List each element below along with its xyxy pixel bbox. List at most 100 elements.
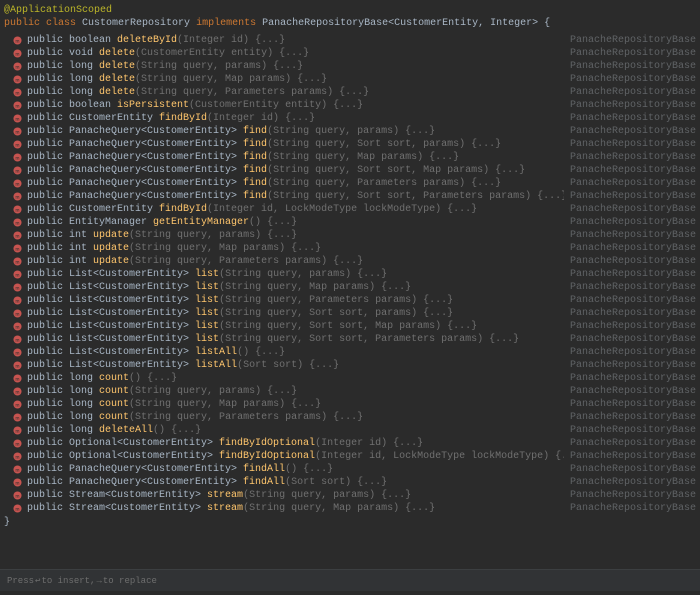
gutter-method-icon: m — [13, 348, 27, 357]
return-type: long — [69, 399, 99, 410]
method-row[interactable]: mpublic List<CustomerEntity> listAll(Sor… — [4, 359, 696, 372]
visibility: public — [27, 178, 69, 189]
return-type: CustomerEntity — [69, 204, 159, 215]
method-source: PanacheRepositoryBase — [564, 346, 696, 359]
method-row[interactable]: mpublic List<CustomerEntity> list(String… — [4, 294, 696, 307]
method-row[interactable]: mpublic PanacheQuery<CustomerEntity> fin… — [4, 177, 696, 190]
method-row[interactable]: mpublic boolean isPersistent(CustomerEnt… — [4, 99, 696, 112]
return-type: List<CustomerEntity> — [69, 334, 195, 345]
method-row[interactable]: mpublic List<CustomerEntity> list(String… — [4, 320, 696, 333]
method-row[interactable]: mpublic int update(String query, params)… — [4, 229, 696, 242]
visibility: public — [27, 113, 69, 124]
method-body-fold: {...} — [291, 74, 327, 85]
method-row[interactable]: mpublic CustomerEntity findById(Integer … — [4, 112, 696, 125]
gutter-method-icon: m — [13, 400, 27, 409]
method-row[interactable]: mpublic long count() {...}PanacheReposit… — [4, 372, 696, 385]
method-params: (String query, Sort sort, params) — [219, 308, 417, 319]
method-row[interactable]: mpublic PanacheQuery<CustomerEntity> fin… — [4, 125, 696, 138]
method-source: PanacheRepositoryBase — [564, 385, 696, 398]
method-row[interactable]: mpublic int update(String query, Paramet… — [4, 255, 696, 268]
method-row[interactable]: mpublic int update(String query, Map par… — [4, 242, 696, 255]
method-body-fold: {...} — [327, 100, 363, 111]
class-name: CustomerRepository — [82, 18, 190, 29]
method-params: () — [153, 425, 165, 436]
method-row[interactable]: mpublic PanacheQuery<CustomerEntity> fin… — [4, 164, 696, 177]
method-name: stream — [207, 490, 243, 501]
visibility: public — [27, 399, 69, 410]
gutter-method-icon: m — [13, 101, 27, 110]
method-body-fold: {...} — [327, 256, 363, 267]
code-editor[interactable]: @ApplicationScoped public class Customer… — [0, 0, 700, 569]
method-body-fold: {...} — [465, 139, 501, 150]
method-row[interactable]: mpublic List<CustomerEntity> listAll() {… — [4, 346, 696, 359]
gutter-method-icon: m — [13, 361, 27, 370]
method-name: list — [195, 282, 219, 293]
method-row[interactable]: mpublic EntityManager getEntityManager()… — [4, 216, 696, 229]
gutter-method-icon: m — [13, 335, 27, 344]
method-signature: public long count(String query, Map para… — [27, 398, 564, 411]
interface-name: PanacheRepositoryBase<CustomerEntity, In… — [262, 18, 538, 29]
method-row[interactable]: mpublic List<CustomerEntity> list(String… — [4, 307, 696, 320]
method-signature: public List<CustomerEntity> list(String … — [27, 281, 564, 294]
method-source: PanacheRepositoryBase — [564, 138, 696, 151]
method-row[interactable]: mpublic Stream<CustomerEntity> stream(St… — [4, 489, 696, 502]
method-row[interactable]: mpublic PanacheQuery<CustomerEntity> fin… — [4, 151, 696, 164]
method-row[interactable]: mpublic boolean deleteById(Integer id) {… — [4, 34, 696, 47]
visibility: public — [27, 139, 69, 150]
method-row[interactable]: mpublic Optional<CustomerEntity> findByI… — [4, 437, 696, 450]
method-row[interactable]: mpublic List<CustomerEntity> list(String… — [4, 333, 696, 346]
method-row[interactable]: mpublic long delete(String query, Parame… — [4, 86, 696, 99]
method-body-fold: {...} — [165, 425, 201, 436]
method-row[interactable]: mpublic CustomerEntity findById(Integer … — [4, 203, 696, 216]
return-type: Stream<CustomerEntity> — [69, 490, 207, 501]
method-row[interactable]: mpublic PanacheQuery<CustomerEntity> fin… — [4, 463, 696, 476]
method-row[interactable]: mpublic PanacheQuery<CustomerEntity> fin… — [4, 138, 696, 151]
method-signature: public Stream<CustomerEntity> stream(Str… — [27, 502, 564, 515]
method-row[interactable]: mpublic Optional<CustomerEntity> findByI… — [4, 450, 696, 463]
method-source: PanacheRepositoryBase — [564, 229, 696, 242]
method-row[interactable]: mpublic long delete(String query, params… — [4, 60, 696, 73]
visibility: public — [27, 386, 69, 397]
method-row[interactable]: mpublic long count(String query, Map par… — [4, 398, 696, 411]
method-signature: public Optional<CustomerEntity> findById… — [27, 450, 564, 463]
method-name: findByIdOptional — [219, 451, 315, 462]
method-signature: public long count(String query, params) … — [27, 385, 564, 398]
method-body-fold: {...} — [261, 386, 297, 397]
method-name: list — [195, 308, 219, 319]
method-params: () — [237, 347, 249, 358]
method-row[interactable]: mpublic long deleteAll() {...}PanacheRep… — [4, 424, 696, 437]
gutter-method-icon: m — [13, 127, 27, 136]
method-source: PanacheRepositoryBase — [564, 73, 696, 86]
method-row[interactable]: mpublic List<CustomerEntity> list(String… — [4, 268, 696, 281]
visibility: public — [27, 347, 69, 358]
method-source: PanacheRepositoryBase — [564, 86, 696, 99]
visibility: public — [27, 321, 69, 332]
method-row[interactable]: mpublic Stream<CustomerEntity> stream(St… — [4, 502, 696, 515]
method-params: () — [129, 373, 141, 384]
method-row[interactable]: mpublic List<CustomerEntity> list(String… — [4, 281, 696, 294]
method-row[interactable]: mpublic long delete(String query, Map pa… — [4, 73, 696, 86]
method-row[interactable]: mpublic long count(String query, params)… — [4, 385, 696, 398]
method-signature: public long delete(String query, Paramet… — [27, 86, 564, 99]
class-declaration: public class CustomerRepository implemen… — [4, 17, 696, 30]
method-signature: public List<CustomerEntity> listAll(Sort… — [27, 359, 564, 372]
visibility: public — [27, 74, 69, 85]
method-body-fold: {...} — [375, 490, 411, 501]
method-body-fold: {...} — [273, 48, 309, 59]
method-row[interactable]: mpublic long count(String query, Paramet… — [4, 411, 696, 424]
method-params: (String query, Parameters params) — [267, 178, 465, 189]
method-params: (String query, Sort sort, params) — [267, 139, 465, 150]
method-name: find — [243, 152, 267, 163]
method-signature: public PanacheQuery<CustomerEntity> find… — [27, 476, 564, 489]
visibility: public — [27, 282, 69, 293]
method-body-fold: {...} — [327, 412, 363, 423]
return-type: List<CustomerEntity> — [69, 295, 195, 306]
method-signature: public List<CustomerEntity> list(String … — [27, 333, 564, 346]
method-source: PanacheRepositoryBase — [564, 255, 696, 268]
gutter-method-icon: m — [13, 114, 27, 123]
method-params: (Integer id) — [207, 113, 279, 124]
method-name: update — [93, 256, 129, 267]
method-row[interactable]: mpublic void delete(CustomerEntity entit… — [4, 47, 696, 60]
method-row[interactable]: mpublic PanacheQuery<CustomerEntity> fin… — [4, 190, 696, 203]
method-row[interactable]: mpublic PanacheQuery<CustomerEntity> fin… — [4, 476, 696, 489]
